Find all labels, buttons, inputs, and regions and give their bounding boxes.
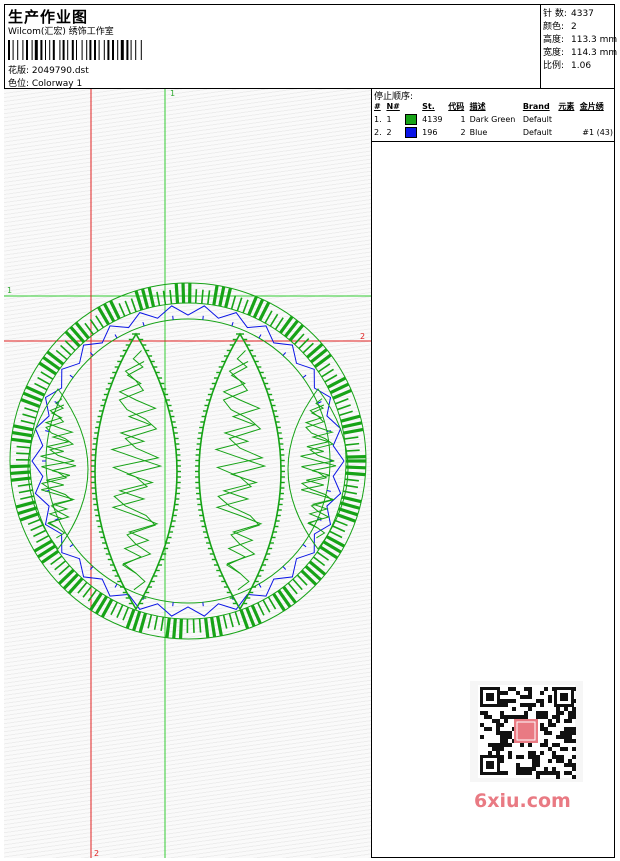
col-header-desc: 描述 [469, 102, 486, 111]
stitches-value: 4337 [571, 9, 594, 19]
design-file-name: 花版: 2049790.dst [8, 66, 89, 76]
row-element [556, 113, 577, 126]
colors-value: 2 [571, 22, 577, 32]
height-value: 113.3 mm [571, 35, 618, 45]
row-stitches: 196 [422, 128, 438, 137]
row-stitches: 4139 [422, 115, 443, 124]
col-header-num: # [374, 102, 381, 111]
colorway-label: 色位: Colorway 1 [8, 79, 83, 89]
header-panel: 生产作业图 Wilcom(汇宏) 绣饰工作室 花版: 2049790.dst 色… [4, 4, 541, 89]
row-element [556, 126, 577, 139]
watermark-brand: 6xiu.com [474, 790, 571, 812]
row-brand: Default [522, 128, 553, 137]
col-header-element: 元素 [558, 102, 575, 111]
qr-code-icon [470, 681, 583, 782]
studio-subtitle: Wilcom(汇宏) 绣饰工作室 [8, 27, 114, 37]
stitches-label: 针 数: [543, 9, 567, 19]
guide-label-v2: 2 [94, 849, 99, 858]
embroidery-preview: 1 1 2 2 [4, 89, 371, 858]
row-n: 2 [386, 128, 392, 137]
color-swatch-blue [405, 127, 418, 138]
color-swatch-cell [403, 113, 420, 126]
col-header-code: 代码 [448, 102, 465, 111]
scale-label: 比例: [543, 61, 565, 71]
height-label: 高度: [543, 35, 565, 45]
table-row[interactable]: 2. 2 196 2 Blue Default #1 (43) [372, 126, 615, 139]
row-n: 1 [386, 115, 392, 124]
col-header-st: St. [422, 102, 435, 111]
design-stats-panel: 针 数: 4337 颜色: 2 高度: 113.3 mm 宽度: 114.3 mm 比例… [541, 4, 618, 89]
row-sequin: #1 (43) [582, 128, 613, 137]
color-swatch-cell [403, 126, 420, 139]
col-header-sequin: 金片绣 [579, 102, 604, 111]
stop-sequence-table: # N# St. 代码 描述 Brand 元素 金片绣 1. 1 4139 1 … [372, 100, 615, 139]
row-sequin [578, 113, 615, 126]
color-swatch-green [405, 114, 418, 125]
col-header-brand: Brand [522, 102, 550, 111]
width-value: 114.3 mm [571, 48, 618, 58]
embroidery-design [9, 282, 367, 640]
guide-label-v1: 1 [170, 89, 175, 98]
row-desc: Blue [469, 128, 488, 137]
row-desc: Dark Green [469, 115, 516, 124]
colors-label: 颜色: [543, 22, 565, 32]
table-row[interactable]: 1. 1 4139 1 Dark Green Default [372, 113, 615, 126]
row-brand: Default [522, 115, 553, 124]
row-num: 2. [374, 128, 382, 137]
barcode-icon [8, 40, 142, 60]
row-code: 2 [460, 128, 466, 137]
scale-value: 1.06 [571, 61, 592, 71]
guide-label-h2: 2 [360, 332, 365, 341]
row-code: 1 [460, 115, 466, 124]
design-canvas[interactable]: 1 1 2 2 [4, 89, 372, 858]
guide-label-h1: 1 [7, 286, 12, 295]
stop-sequence-divider [372, 141, 615, 142]
width-label: 宽度: [543, 48, 565, 58]
col-header-n: N# [386, 102, 400, 111]
col-header-swatch [403, 100, 420, 113]
row-num: 1. [374, 115, 382, 124]
